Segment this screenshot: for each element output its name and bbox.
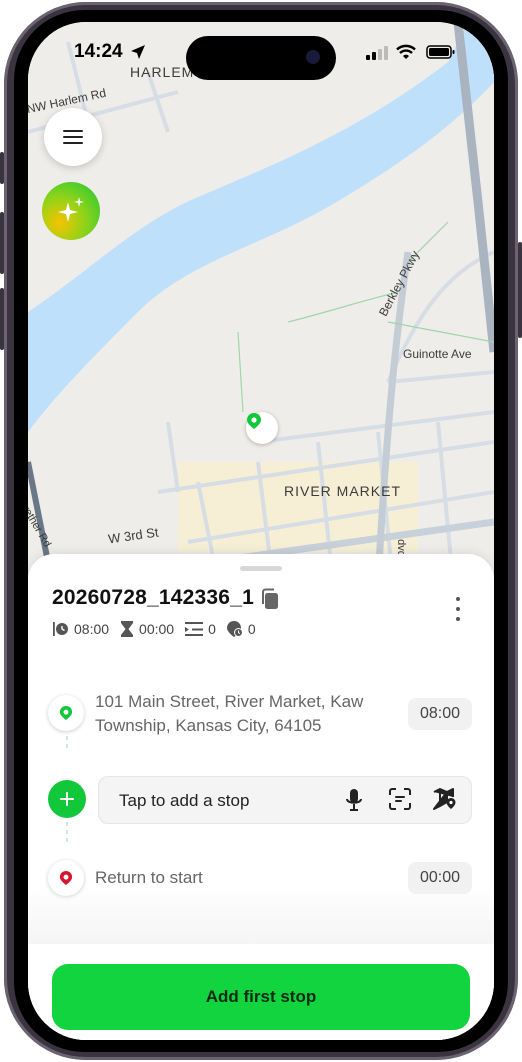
route-stats: 08:00 00:00 0 0: [52, 620, 266, 638]
location-pin-icon: [247, 413, 261, 429]
map-graphics: [28, 22, 494, 582]
map-pin-icon[interactable]: [433, 788, 457, 810]
signal-icon: [366, 46, 388, 60]
stat-start-time-value: 08:00: [74, 621, 110, 637]
map-label-guinotte-ave: Guinotte Ave: [403, 347, 472, 361]
stops-list-icon: [185, 622, 204, 636]
map-label-river-market: RIVER MARKET: [284, 483, 402, 499]
add-stop-input[interactable]: Tap to add a stop: [98, 776, 472, 824]
map-view[interactable]: HARLEM NW Harlem Rd Berkley Pkwy Guinott…: [28, 22, 494, 582]
stat-pending-value: 0: [247, 621, 256, 637]
scan-text-icon[interactable]: [389, 788, 411, 810]
copy-icon[interactable]: [260, 588, 280, 610]
dynamic-island: [186, 36, 336, 80]
start-address: 101 Main Street, River Market, Kaw Towns…: [95, 692, 364, 735]
status-bar: 14:24: [28, 22, 494, 80]
flag-clock-icon: [53, 622, 68, 636]
plus-icon: [60, 792, 74, 806]
status-time: 14:24: [74, 41, 123, 62]
start-pin-icon: [59, 706, 73, 720]
stat-stops: 0: [184, 621, 216, 637]
route-title: 20260728_142336_1: [52, 586, 254, 609]
menu-button[interactable]: [44, 108, 102, 166]
start-stop-row[interactable]: 101 Main Street, River Market, Kaw Towns…: [48, 690, 474, 750]
stat-pending: 0: [226, 620, 256, 638]
microphone-icon[interactable]: [345, 788, 363, 812]
power-button: [518, 242, 522, 338]
pin-clock-icon: [226, 621, 243, 637]
wifi-icon: [396, 44, 416, 59]
mute-switch: [0, 152, 4, 184]
add-stop-placeholder: Tap to add a stop: [119, 791, 250, 810]
volume-down-button: [0, 288, 4, 350]
start-stop-marker: [48, 695, 84, 731]
route-connector-2: [66, 822, 68, 846]
add-first-stop-button[interactable]: Add first stop: [52, 964, 470, 1030]
route-bottom-sheet[interactable]: 20260728_142336_1 08:00 00:00 0 0 101 Ma…: [28, 554, 494, 1040]
start-time-chip[interactable]: 08:00: [408, 698, 472, 730]
stat-stops-value: 0: [208, 621, 216, 637]
location-arrow-icon: [131, 45, 145, 59]
stat-start-time: 08:00: [52, 621, 109, 637]
route-connector: [66, 736, 68, 752]
camera-dot: [306, 50, 320, 64]
bottom-action-bar: Add first stop: [28, 944, 494, 1040]
more-options-button[interactable]: [446, 594, 470, 624]
add-stop-button[interactable]: [48, 780, 86, 818]
stat-duration: 00:00: [119, 620, 174, 638]
sheet-fade: [28, 884, 494, 944]
ai-assistant-button[interactable]: [42, 182, 100, 240]
map-location-pin[interactable]: [246, 412, 278, 444]
hourglass-icon: [121, 621, 134, 637]
battery-icon: [426, 45, 455, 59]
phone-screen: HARLEM NW Harlem Rd Berkley Pkwy Guinott…: [28, 22, 494, 1040]
stat-duration-value: 00:00: [139, 621, 175, 637]
volume-up-button: [0, 212, 4, 274]
sheet-grabber[interactable]: [240, 566, 282, 571]
hamburger-menu-icon: [63, 130, 83, 144]
sparkles-icon: [58, 197, 84, 222]
